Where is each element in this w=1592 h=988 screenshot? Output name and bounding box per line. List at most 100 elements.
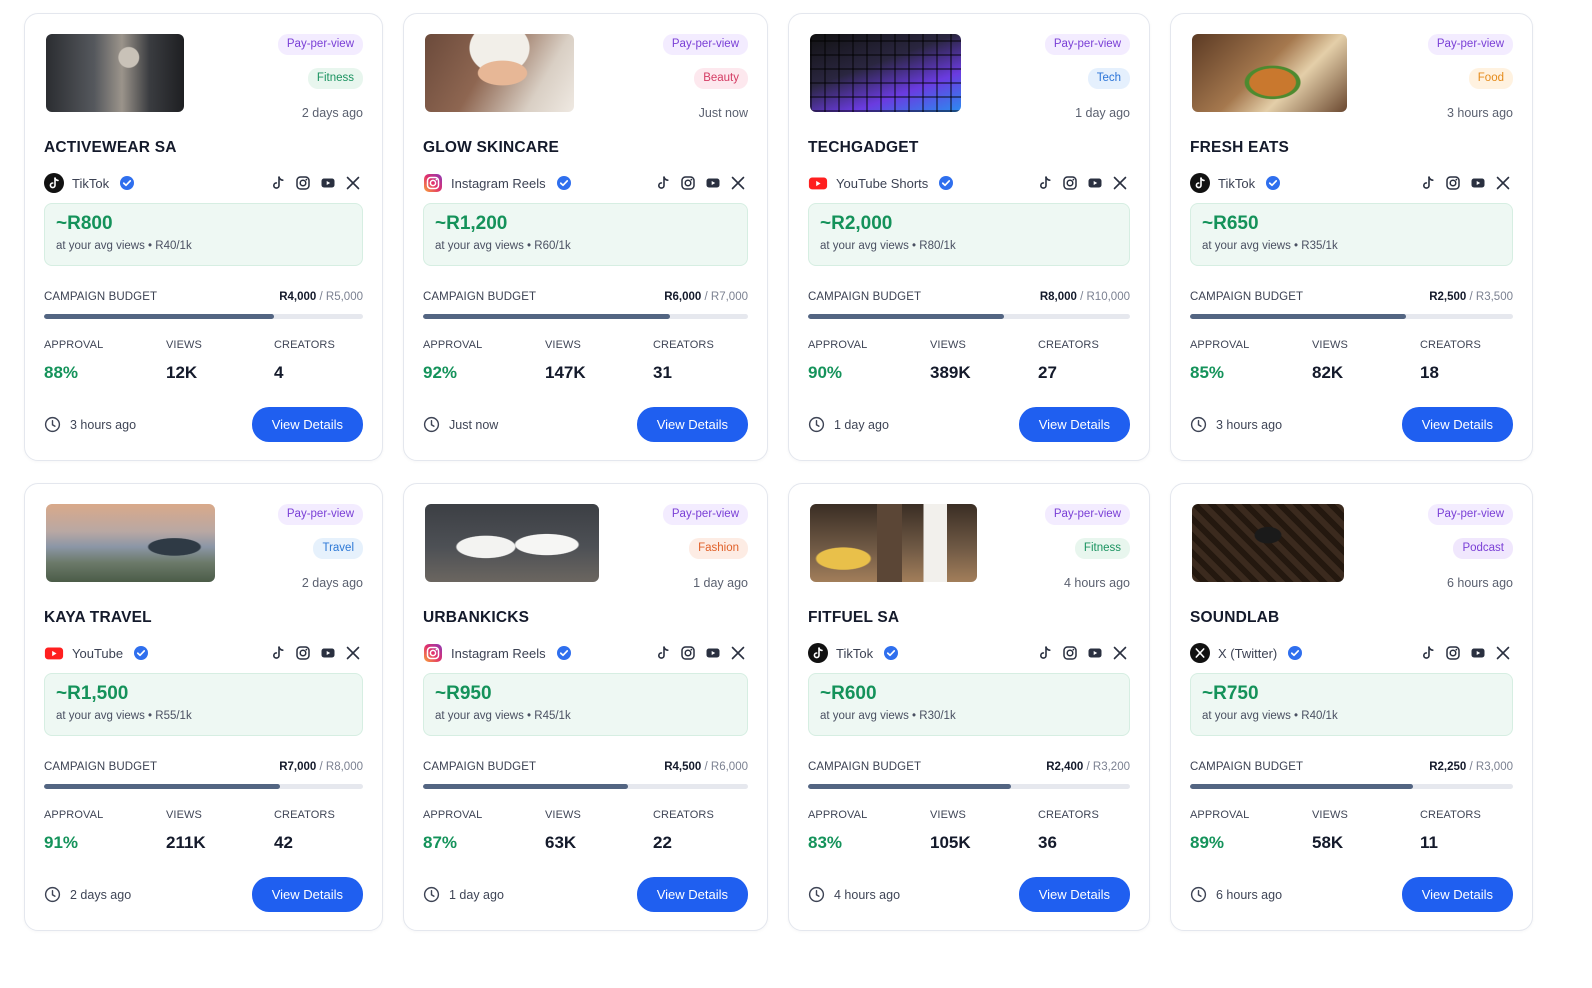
youtube-icon[interactable] [1087,175,1103,191]
posted-time: 3 hours ago [1446,106,1513,120]
tiktok-icon[interactable] [1420,175,1436,191]
x-icon[interactable] [730,645,746,661]
approval-rate: 87% [423,833,458,852]
budget-progress-bar [1190,784,1513,789]
clock-icon [808,416,825,433]
views-label: VIEWS [1312,809,1348,821]
verified-icon [119,175,135,191]
campaign-budget-value: R7,000 / R8,000 [279,761,363,773]
tiktok-icon[interactable] [1037,175,1053,191]
pay-per-view-badge: Pay-per-view [1044,34,1130,55]
campaign-card-techgadget[interactable]: Pay-per-view Tech 1 day ago TECHGADGET Y… [788,13,1150,461]
youtube-icon[interactable] [705,645,721,661]
views-label: VIEWS [930,339,966,351]
view-details-button[interactable]: View Details [1018,877,1130,912]
campaign-card-activewear-sa[interactable]: Pay-per-view Fitness 2 days ago ACTIVEWE… [24,13,383,461]
tiktok-icon [1190,173,1210,193]
instagram-icon[interactable] [1445,175,1461,191]
budget-progress-fill [1190,784,1413,789]
x-icon[interactable] [730,175,746,191]
views-count: 12K [166,363,198,382]
tiktok-icon[interactable] [655,175,671,191]
instagram-icon[interactable] [680,645,696,661]
tiktok-icon[interactable] [655,645,671,661]
verified-icon [938,175,954,191]
category-badge: Travel [313,538,363,559]
view-details-button[interactable]: View Details [1401,407,1513,442]
x-icon[interactable] [345,645,361,661]
campaign-card-urbankicks[interactable]: Pay-per-view Fashion 1 day ago URBANKICK… [403,483,768,931]
budget-progress-fill [808,784,1011,789]
youtube-icon[interactable] [1470,175,1486,191]
pay-per-view-badge: Pay-per-view [1044,504,1130,525]
youtube-icon [808,173,828,193]
instagram-icon[interactable] [295,175,311,191]
category-badge: Fitness [1074,538,1130,559]
view-details-button[interactable]: View Details [251,877,363,912]
estimated-earnings-box: ~R750 at your avg views • R40/1k [1190,673,1513,736]
approval-rate: 85% [1190,363,1225,382]
instagram-icon[interactable] [295,645,311,661]
approval-label: APPROVAL [1190,809,1250,821]
updated-time: 3 hours ago [1216,417,1283,432]
instagram-icon[interactable] [1062,645,1078,661]
tiktok-icon[interactable] [1420,645,1436,661]
instagram-icon[interactable] [680,175,696,191]
views-count: 389K [930,363,971,382]
view-details-button[interactable]: View Details [251,407,363,442]
creators-count: 27 [1038,363,1057,382]
campaign-thumbnail [1192,504,1344,582]
campaign-card-fresh-eats[interactable]: Pay-per-view Food 3 hours ago FRESH EATS… [1170,13,1533,461]
x-icon[interactable] [345,175,361,191]
creators-count: 18 [1420,363,1439,382]
posted-time: 1 day ago [1075,106,1130,120]
tiktok-icon[interactable] [270,645,286,661]
brand-name: KAYA TRAVEL [44,609,152,626]
x-icon[interactable] [1495,175,1511,191]
campaign-card-soundlab[interactable]: Pay-per-view Podcast 6 hours ago SOUNDLA… [1170,483,1533,931]
budget-progress-bar [44,784,363,789]
campaign-budget-value: R4,500 / R6,000 [664,761,748,773]
youtube-icon[interactable] [1470,645,1486,661]
tiktok-icon[interactable] [270,175,286,191]
campaign-card-kaya-travel[interactable]: Pay-per-view Travel 2 days ago KAYA TRAV… [24,483,383,931]
estimated-earnings-box: ~R600 at your avg views • R30/1k [808,673,1130,736]
brand-name: SOUNDLAB [1190,609,1280,626]
tiktok-icon[interactable] [1037,645,1053,661]
campaign-card-glow-skincare[interactable]: Pay-per-view Beauty Just now GLOW SKINCA… [403,13,768,461]
budget-progress-fill [44,314,274,319]
view-details-button[interactable]: View Details [636,877,748,912]
instagram-icon[interactable] [1445,645,1461,661]
budget-progress-bar [423,784,748,789]
posted-time: 6 hours ago [1446,576,1513,590]
brand-name: FRESH EATS [1190,139,1290,156]
view-details-button[interactable]: View Details [1018,407,1130,442]
campaign-thumbnail [46,504,215,582]
clock-icon [1190,416,1207,433]
x-icon[interactable] [1495,645,1511,661]
estimated-earnings: ~R1,500 [56,683,129,704]
campaign-thumbnail [810,504,977,582]
campaign-budget-value: R2,500 / R3,500 [1429,291,1513,303]
platform-name: YouTube [72,645,124,661]
youtube-icon[interactable] [320,645,336,661]
youtube-icon[interactable] [705,175,721,191]
estimated-earnings: ~R800 [56,213,113,234]
instagram-icon[interactable] [1062,175,1078,191]
campaign-budget-label: CAMPAIGN BUDGET [423,291,537,303]
creators-label: CREATORS [274,809,335,821]
youtube-icon[interactable] [1087,645,1103,661]
youtube-icon[interactable] [320,175,336,191]
approval-rate: 90% [808,363,843,382]
approval-rate: 83% [808,833,843,852]
brand-name: FITFUEL SA [808,609,900,626]
creators-label: CREATORS [1420,809,1481,821]
view-details-button[interactable]: View Details [1401,877,1513,912]
campaign-card-fitfuel-sa[interactable]: Pay-per-view Fitness 4 hours ago FITFUEL… [788,483,1150,931]
view-details-button[interactable]: View Details [636,407,748,442]
x-icon[interactable] [1112,645,1128,661]
posted-time: 4 hours ago [1063,576,1130,590]
budget-progress-fill [423,784,628,789]
x-icon[interactable] [1112,175,1128,191]
platform-name: TikTok [1218,175,1256,191]
